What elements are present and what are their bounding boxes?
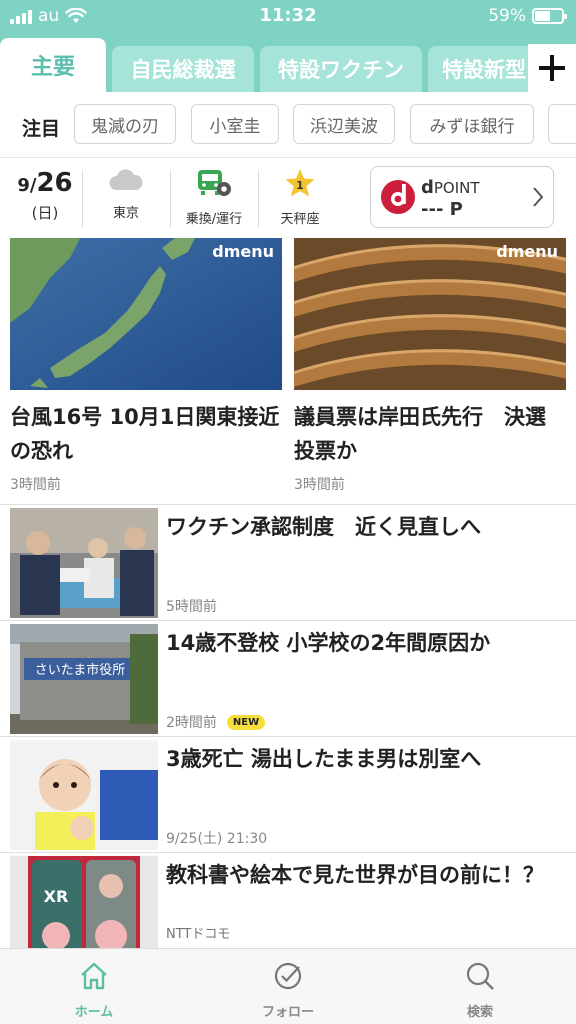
article-headline: 3歳死亡 湯出したまま男は別室へ [166, 747, 482, 771]
ad-source: NTTドコモ [166, 927, 231, 942]
article-time: 9/25(土) 21:30 [166, 831, 268, 847]
tab-ldp-election[interactable]: 自民総裁選 [112, 46, 254, 92]
article-time: 2時間前 [166, 715, 217, 731]
tab-main[interactable]: 主要 [0, 38, 106, 92]
xr-ad-image: XR [10, 856, 158, 949]
weather-location: 東京 [112, 206, 139, 221]
tab-vaccine[interactable]: 特設ワクチン [260, 46, 422, 92]
diet-chamber-image: dmenu [294, 238, 566, 390]
weekday: (日) [31, 204, 59, 222]
train-gear-icon [198, 170, 231, 196]
date-widget: 9/26 (日) [10, 168, 80, 223]
article-time: 5時間前 [166, 599, 217, 615]
plus-icon [539, 55, 565, 81]
dpoint-card[interactable]: dPOINT --- P [370, 166, 554, 228]
nav-search[interactable]: 検索 [420, 961, 540, 1020]
dmenu-brand: dmenu [496, 242, 558, 261]
child-photo-image [10, 740, 158, 850]
ad-list-item[interactable]: XR 教科書や絵本で見た世界が目の前に！？ NTTドコモ [0, 852, 576, 949]
vaccine-news-image [10, 508, 158, 618]
top-article-card[interactable]: dmenu 議員票は岸田氏先行 決選投票か 3時間前 [294, 238, 566, 504]
sign-text: さいたま市役所 [35, 662, 126, 678]
transit-label: 乗換/運行 [185, 212, 243, 227]
horoscope-sign: 天秤座 [280, 212, 320, 227]
date-month: 9/ [17, 175, 37, 196]
horoscope-widget[interactable]: 1 天秤座 [258, 168, 342, 227]
nav-follow-label: フォロー [261, 1005, 314, 1020]
date-day: 26 [36, 168, 73, 198]
chevron-right-icon [533, 187, 544, 207]
star-rank-icon: 1 [285, 169, 315, 197]
ad-thumb-text: XR [44, 887, 69, 906]
transit-widget[interactable]: 乗換/運行 [172, 168, 256, 227]
add-tab-button[interactable] [528, 44, 576, 92]
keyword-chip[interactable]: 小室圭 [191, 104, 279, 144]
battery-icon [532, 8, 567, 24]
dmenu-brand: dmenu [212, 242, 274, 261]
nav-home-label: ホーム [74, 1005, 114, 1020]
new-badge: NEW [226, 714, 266, 730]
article-headline: 議員票は岸田氏先行 決選投票か [294, 405, 546, 463]
cloud-icon [109, 169, 143, 190]
tab-covid[interactable]: 特設新型 [428, 46, 538, 92]
top-article-card[interactable]: dmenu 台風16号 10月1日関東接近の恐れ 3時間前 [10, 238, 282, 504]
news-list-item[interactable]: 3歳死亡 湯出したまま男は別室へ 9/25(土) 21:30 [0, 736, 576, 852]
article-time: 3時間前 [10, 477, 61, 493]
keyword-chip-partial[interactable] [548, 104, 576, 144]
nav-search-label: 検索 [466, 1005, 493, 1020]
keyword-chip[interactable]: 浜辺美波 [293, 104, 395, 144]
article-headline: 14歳不登校 小学校の2年間原因か [166, 631, 491, 655]
dpoint-value: --- P [421, 199, 463, 220]
article-time: 3時間前 [294, 477, 345, 493]
dpoint-d: d [421, 177, 434, 198]
weather-widget[interactable]: 東京 [84, 168, 168, 221]
ad-headline: 教科書や絵本で見た世界が目の前に！？ [166, 863, 544, 887]
featured-keywords-bar: 注目 鬼滅の刃 小室圭 浜辺美波 みずほ銀行 [0, 92, 576, 158]
status-bar: au 11:32 59% [0, 0, 576, 34]
bottom-navigation: ホーム フォロー 検索 [0, 948, 576, 1024]
dpoint-title: POINT [433, 179, 480, 197]
info-widgets-row: 9/26 (日) 東京 乗換/運行 1 天秤座 dPOINT --- P [0, 158, 576, 238]
nav-home[interactable]: ホーム [34, 961, 154, 1020]
nav-follow[interactable]: フォロー [228, 961, 348, 1020]
article-headline: ワクチン承認制度 近く見直しへ [166, 515, 481, 539]
article-headline: 台風16号 10月1日関東接近の恐れ [10, 405, 280, 463]
city-hall-sign-image: さいたま市役所 [10, 624, 158, 734]
keyword-chip[interactable]: 鬼滅の刃 [74, 104, 176, 144]
horoscope-rank: 1 [296, 179, 304, 192]
docomo-d-logo [381, 180, 415, 214]
follow-check-icon [274, 962, 302, 990]
category-tab-bar: 主要 自民総裁選 特設ワクチン 特設新型 [0, 34, 576, 92]
news-list-item[interactable]: さいたま市役所 14歳不登校 小学校の2年間原因か 2時間前 NEW [0, 620, 576, 736]
search-icon [466, 962, 494, 990]
news-list-item[interactable]: ワクチン承認制度 近く見直しへ 5時間前 [0, 504, 576, 620]
featured-label: 注目 [22, 118, 61, 140]
battery-percent: 59% [488, 6, 526, 26]
typhoon-map-image: dmenu [10, 238, 282, 390]
home-icon [81, 962, 107, 990]
keyword-chip[interactable]: みずほ銀行 [410, 104, 534, 144]
